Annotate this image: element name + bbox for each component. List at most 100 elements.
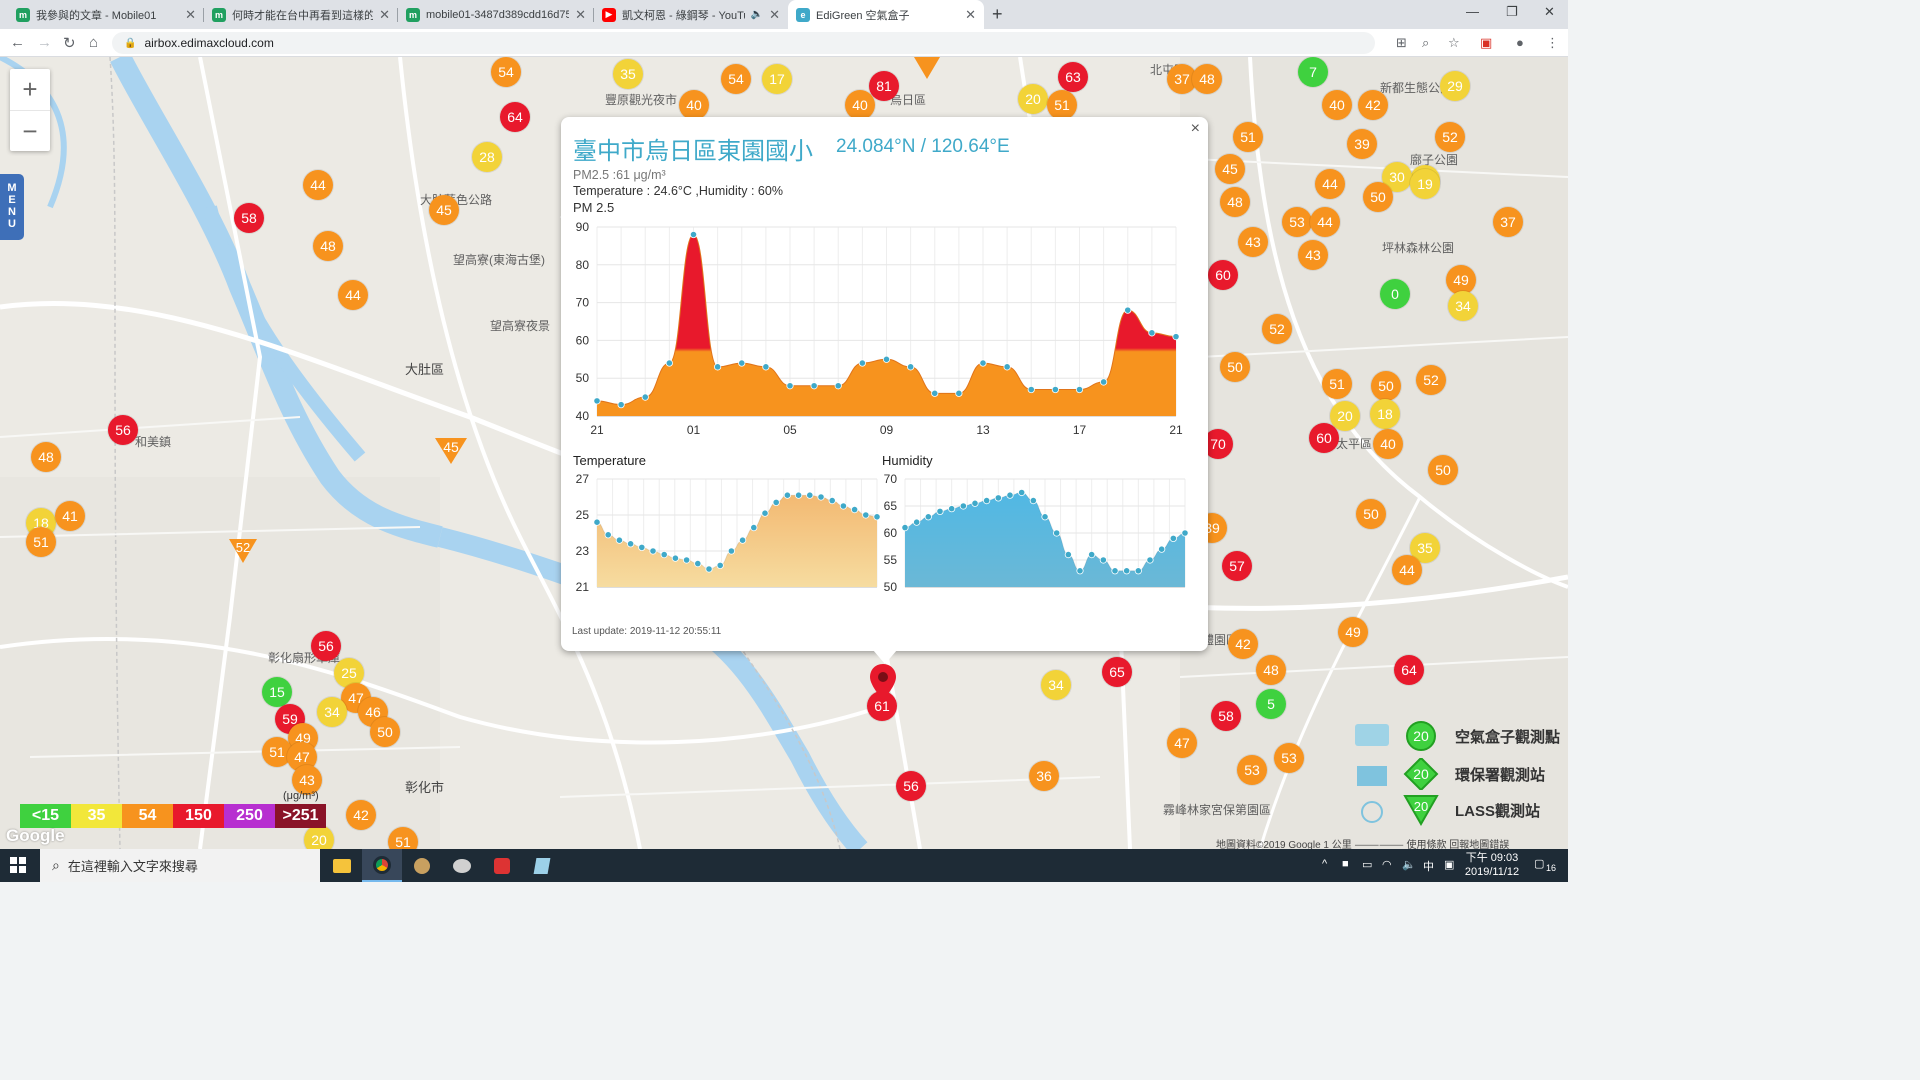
close-tab-icon[interactable]: ✕ <box>965 7 976 23</box>
browser-tab[interactable]: ▶ 凱文柯恩 - 綠鋼琴 - YouTube 🔈 ✕ <box>594 0 788 29</box>
airbox-marker[interactable]: 0 <box>1380 279 1410 309</box>
tray-chevron-icon[interactable]: ^ <box>1322 858 1327 870</box>
airbox-marker[interactable]: 56 <box>108 415 138 445</box>
airbox-marker[interactable]: 17 <box>762 64 792 94</box>
airbox-marker[interactable]: 58 <box>1211 701 1241 731</box>
close-tab-icon[interactable]: ✕ <box>769 7 780 23</box>
airbox-marker[interactable]: 48 <box>1256 655 1286 685</box>
airbox-marker[interactable]: 44 <box>1315 169 1345 199</box>
browser-tab-active[interactable]: e EdiGreen 空氣盒子 ✕ <box>788 0 984 29</box>
airbox-marker[interactable]: 54 <box>491 57 521 87</box>
airbox-marker[interactable]: 44 <box>1310 207 1340 237</box>
battery-icon[interactable]: ▭ <box>1362 858 1372 871</box>
airbox-marker[interactable]: 52 <box>1435 122 1465 152</box>
airbox-marker[interactable]: 48 <box>1192 64 1222 94</box>
airbox-marker[interactable]: 51 <box>388 827 418 849</box>
airbox-marker[interactable]: 47 <box>1167 728 1197 758</box>
map-attribution[interactable]: 地圖資料©2019 Google 1 公里 ⸻⸻ 使用條款 回報地圖錯誤 <box>1216 836 1509 849</box>
lass-marker[interactable]: 45 <box>433 436 469 466</box>
app-icon[interactable] <box>522 849 562 882</box>
ime-indicator[interactable]: 中 <box>1423 858 1434 874</box>
menu-button[interactable]: M E N U <box>0 174 24 240</box>
chrome-icon[interactable] <box>362 849 402 882</box>
lass-marker[interactable] <box>912 57 942 81</box>
close-tab-icon[interactable]: ✕ <box>379 7 390 23</box>
forward-icon[interactable]: → <box>37 34 52 51</box>
airbox-marker[interactable]: 20 <box>304 825 334 849</box>
airbox-marker[interactable]: 48 <box>313 231 343 261</box>
browser-tab[interactable]: m mobile01-3487d389cdd16d75f ✕ <box>398 0 594 29</box>
wifi-icon[interactable]: ◠ <box>1382 858 1392 871</box>
notification-icon[interactable]: ▢ <box>1534 857 1544 870</box>
browser-tab[interactable]: m 我參與的文章 - Mobile01 ✕ <box>8 0 204 29</box>
airbox-marker[interactable]: 36 <box>1029 761 1059 791</box>
airbox-marker[interactable]: 52 <box>1416 365 1446 395</box>
airbox-marker[interactable]: 35 <box>613 59 643 89</box>
system-clock[interactable]: 下午 09:03 2019/11/12 <box>1462 851 1522 879</box>
close-window-icon[interactable]: ✕ <box>1544 4 1555 20</box>
airbox-marker[interactable]: 58 <box>234 203 264 233</box>
file-explorer-icon[interactable] <box>322 849 362 882</box>
volume-icon[interactable]: 🔈 <box>1402 858 1416 871</box>
app-icon[interactable] <box>402 849 442 882</box>
airbox-marker[interactable]: 53 <box>1274 743 1304 773</box>
airbox-marker[interactable]: 34 <box>1041 670 1071 700</box>
app-icon[interactable] <box>482 849 522 882</box>
airbox-marker[interactable]: 50 <box>1428 455 1458 485</box>
airbox-marker[interactable]: 42 <box>1228 629 1258 659</box>
airbox-marker[interactable]: 7 <box>1298 57 1328 87</box>
airbox-marker[interactable]: 45 <box>429 195 459 225</box>
airbox-marker[interactable]: 28 <box>472 142 502 172</box>
windows-start-icon[interactable] <box>10 857 26 873</box>
airbox-marker[interactable]: 51 <box>1047 90 1077 120</box>
airbox-marker[interactable]: 40 <box>845 90 875 120</box>
airbox-marker[interactable]: 51 <box>26 527 56 557</box>
airbox-marker[interactable]: 19 <box>1410 169 1440 199</box>
airbox-marker[interactable]: 34 <box>1448 291 1478 321</box>
airbox-marker[interactable]: 81 <box>869 71 899 101</box>
airbox-marker[interactable]: 60 <box>1208 260 1238 290</box>
airbox-marker[interactable]: 37 <box>1493 207 1523 237</box>
new-tab-button[interactable]: + <box>992 4 1003 25</box>
taskbar-search-input[interactable]: ⌕ 在這裡輸入文字來搜尋 <box>40 849 320 882</box>
airbox-marker[interactable]: 45 <box>1215 154 1245 184</box>
lass-marker[interactable]: 52 <box>227 537 259 565</box>
airbox-marker[interactable]: 51 <box>1233 122 1263 152</box>
minimize-icon[interactable]: — <box>1466 4 1479 19</box>
airbox-marker[interactable]: 44 <box>338 280 368 310</box>
airbox-marker[interactable]: 20 <box>1018 84 1048 114</box>
airbox-marker[interactable]: 56 <box>311 631 341 661</box>
bookmark-star-icon[interactable]: ☆ <box>1448 35 1460 51</box>
airbox-marker[interactable]: 48 <box>31 442 61 472</box>
airbox-marker[interactable]: 5 <box>1256 689 1286 719</box>
airbox-marker[interactable]: 56 <box>896 771 926 801</box>
airbox-marker[interactable]: 40 <box>1373 429 1403 459</box>
airbox-marker[interactable]: 15 <box>262 677 292 707</box>
airbox-marker[interactable]: 34 <box>317 697 347 727</box>
close-tab-icon[interactable]: ✕ <box>575 7 586 23</box>
airbox-marker[interactable]: 18 <box>1370 399 1400 429</box>
zoom-out-button[interactable]: − <box>10 110 50 151</box>
profile-icon[interactable]: ● <box>1516 35 1524 50</box>
airbox-marker[interactable]: 41 <box>55 501 85 531</box>
airbox-marker[interactable]: 63 <box>1058 62 1088 92</box>
home-icon[interactable]: ⌂ <box>89 34 98 51</box>
airbox-marker[interactable]: 44 <box>303 170 333 200</box>
airbox-marker[interactable]: 50 <box>1363 182 1393 212</box>
airbox-marker[interactable]: 40 <box>679 90 709 120</box>
app-icon[interactable] <box>442 849 482 882</box>
airbox-marker[interactable]: 57 <box>1222 551 1252 581</box>
restore-icon[interactable]: ❐ <box>1506 4 1518 20</box>
back-icon[interactable]: ← <box>10 34 25 51</box>
selected-location-pin-icon[interactable] <box>869 664 897 700</box>
airbox-marker[interactable]: 53 <box>1237 755 1267 785</box>
keyboard-icon[interactable]: ▣ <box>1444 858 1454 871</box>
airbox-marker[interactable]: 44 <box>1392 555 1422 585</box>
airbox-marker[interactable]: 50 <box>1220 352 1250 382</box>
zoom-in-button[interactable]: + <box>10 69 50 110</box>
airbox-marker[interactable]: 50 <box>1371 371 1401 401</box>
tray-icon[interactable]: ■ <box>1342 858 1349 870</box>
close-tab-icon[interactable]: ✕ <box>185 7 196 23</box>
airbox-marker[interactable]: 65 <box>1102 657 1132 687</box>
airbox-marker[interactable]: 50 <box>370 717 400 747</box>
